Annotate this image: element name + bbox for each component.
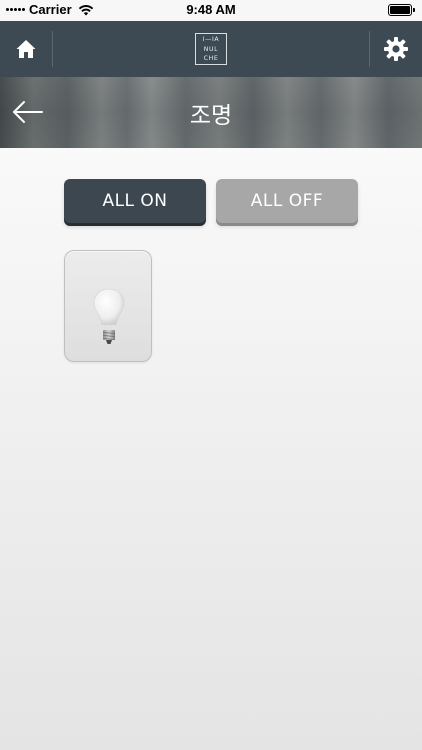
logo-line-2: NUL [203,45,219,53]
page-banner: 조명 [0,77,422,148]
app-header: I—IA NUL CHE [0,21,422,77]
all-off-button[interactable]: ALL OFF [216,179,358,223]
light-tile[interactable] [64,250,152,362]
all-on-button[interactable]: ALL ON [64,179,206,223]
logo-line-3: CHE [203,55,219,63]
brand-logo: I—IA NUL CHE [195,33,227,65]
page-title: 조명 [189,102,233,129]
home-button[interactable] [0,21,52,77]
settings-button[interactable] [370,21,422,77]
logo-line-1: I—IA [202,36,220,43]
header-divider [52,31,53,67]
gear-icon [384,37,408,61]
battery-icon [388,4,415,16]
light-bulb-icon [93,288,125,344]
status-bar: Carrier 9:48 AM [0,0,422,21]
status-time: 9:48 AM [186,2,236,17]
home-icon [16,40,36,58]
